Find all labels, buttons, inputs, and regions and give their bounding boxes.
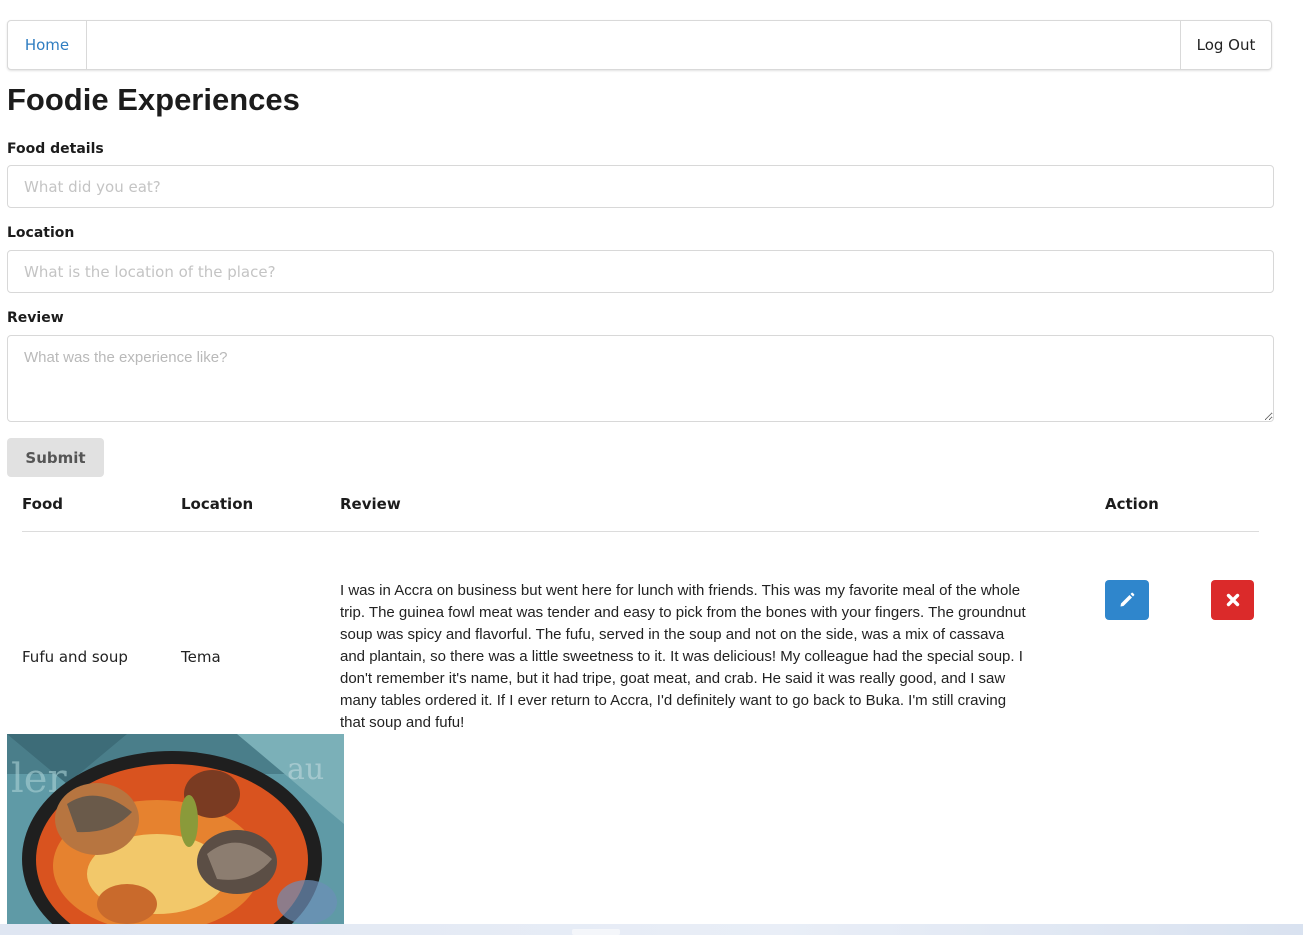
review-label: Review	[7, 310, 64, 326]
nav-logout-link[interactable]: Log Out	[1180, 21, 1271, 69]
food-photo: ler au	[7, 734, 344, 926]
location-input[interactable]	[7, 250, 1274, 293]
nav-home-link[interactable]: Home	[8, 21, 87, 69]
table-header-divider	[22, 531, 1259, 532]
table-header-action: Action	[1105, 495, 1159, 513]
food-details-label: Food details	[7, 141, 104, 157]
bottom-taskbar-tab	[572, 929, 620, 935]
delete-button[interactable]	[1211, 580, 1254, 620]
pencil-icon	[1120, 592, 1135, 607]
top-navbar: Home Log Out	[7, 20, 1272, 70]
svg-text:au: au	[287, 752, 324, 787]
close-icon	[1226, 593, 1239, 607]
table-header-food: Food	[22, 495, 63, 513]
row-location-cell: Tema	[181, 648, 221, 666]
page-title: Foodie Experiences	[7, 82, 300, 117]
row-food-cell: Fufu and soup	[22, 648, 128, 666]
table-header-review: Review	[340, 495, 401, 513]
food-details-input[interactable]	[7, 165, 1274, 208]
review-textarea[interactable]	[7, 335, 1274, 422]
row-review-cell: I was in Accra on business but went here…	[340, 582, 1026, 731]
location-label: Location	[7, 225, 75, 241]
bottom-taskbar-strip	[0, 924, 1303, 935]
table-header-location: Location	[181, 495, 254, 513]
edit-button[interactable]	[1105, 580, 1149, 620]
submit-button[interactable]: Submit	[7, 438, 104, 477]
